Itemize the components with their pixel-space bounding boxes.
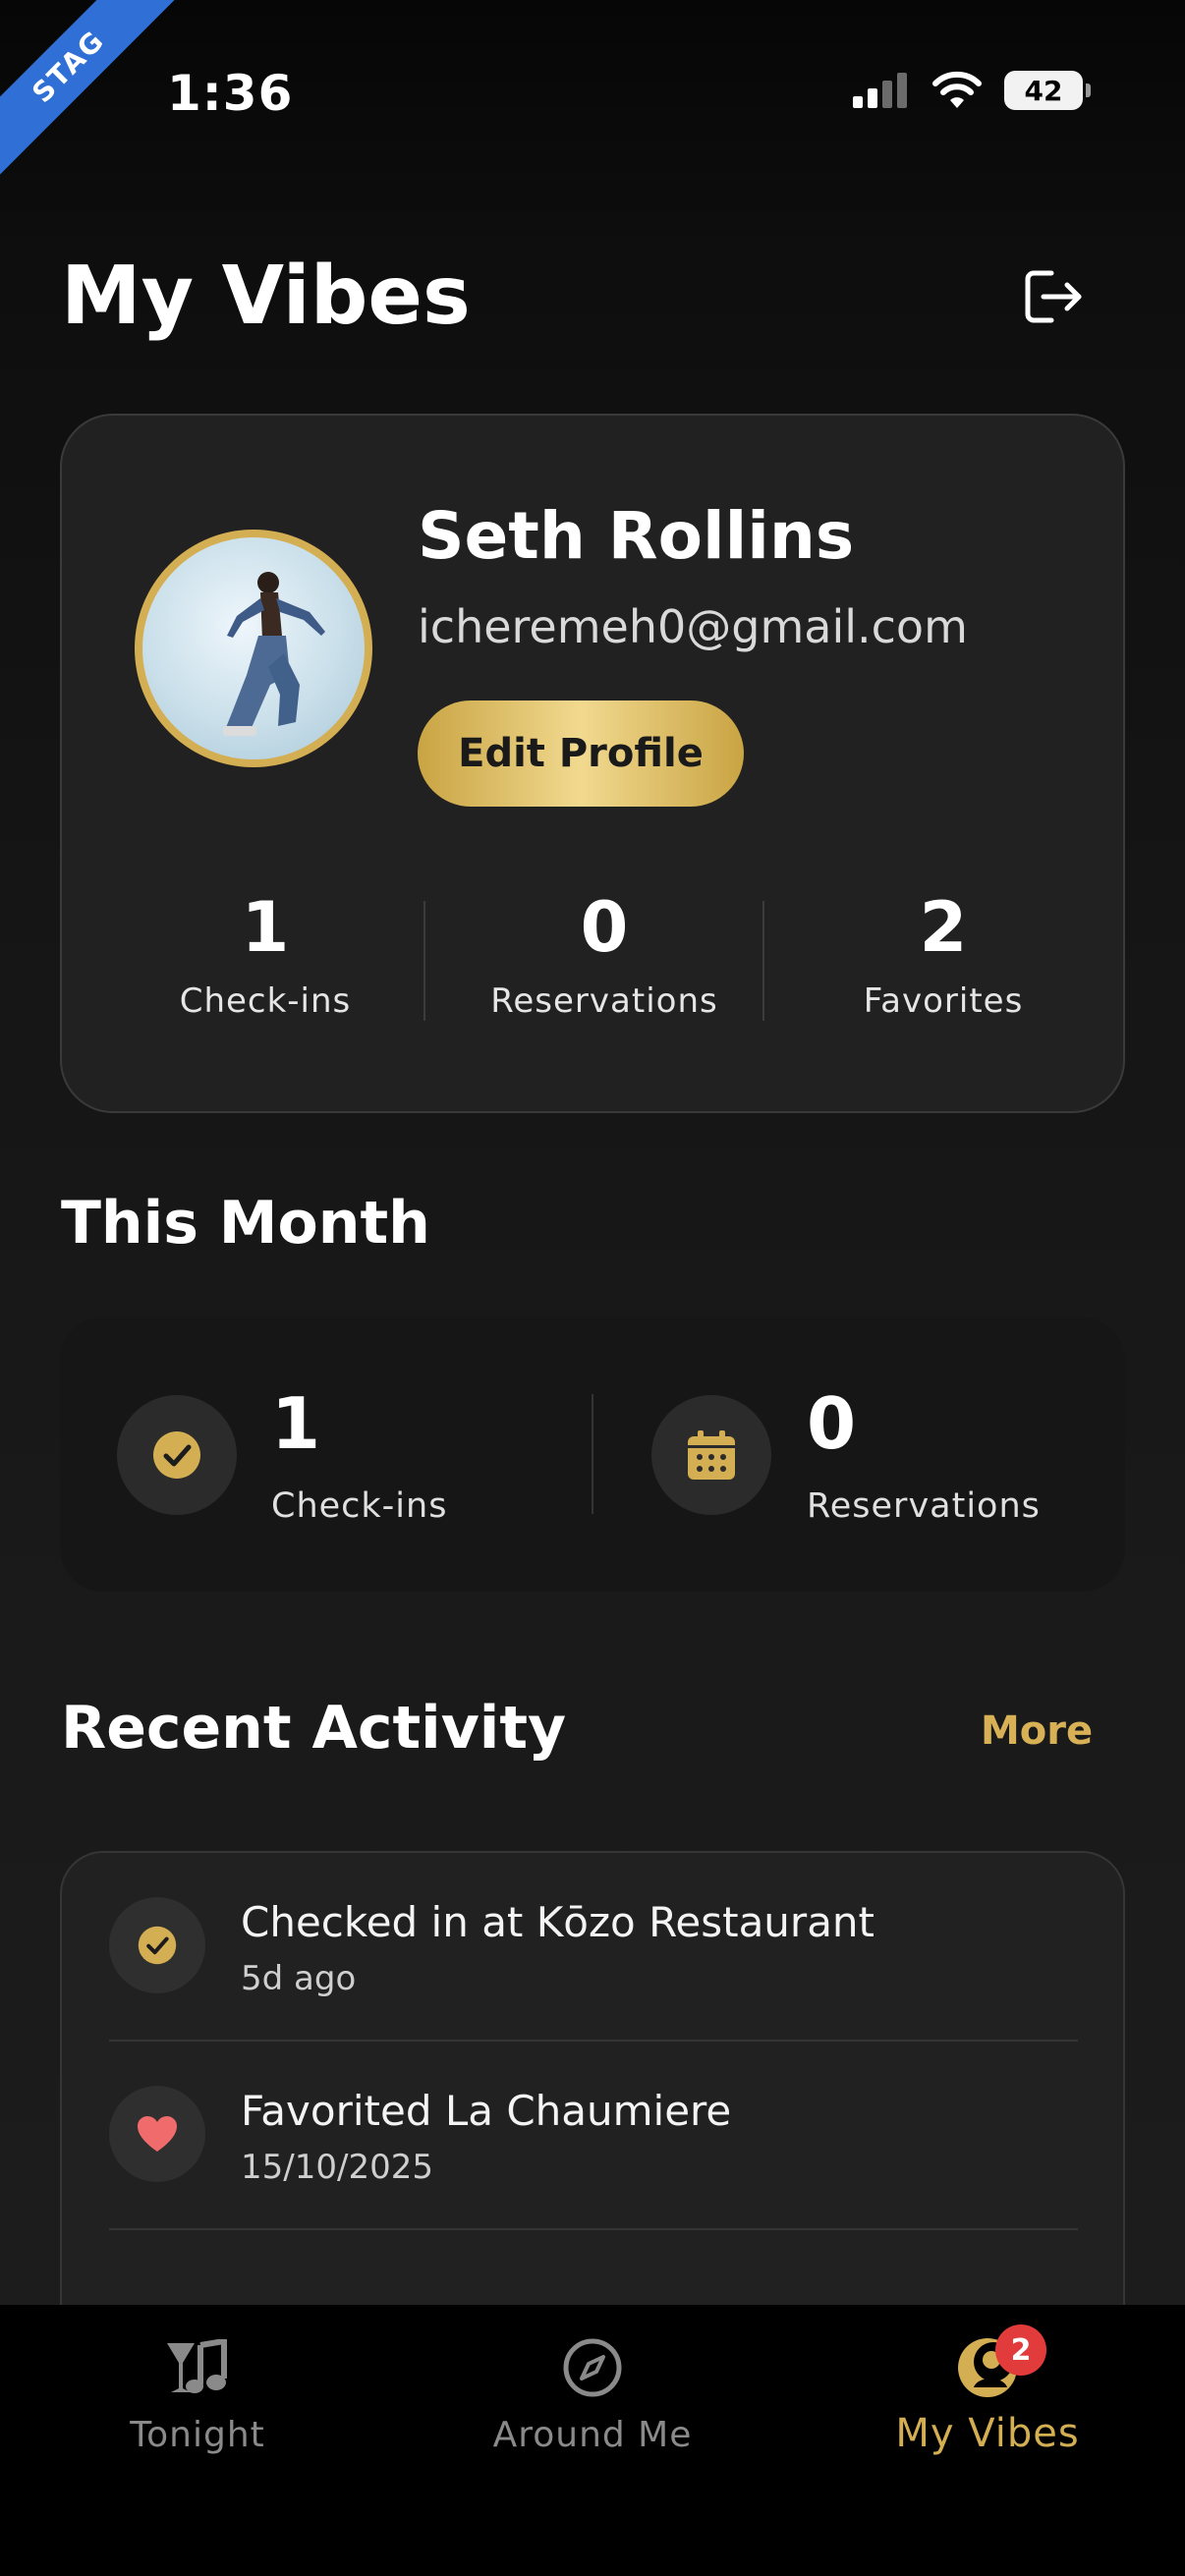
wifi-icon: [932, 71, 982, 108]
recent-activity-card: Checked in at Kōzo Restaurant 5d ago Fav…: [60, 1851, 1125, 2362]
stat-label: Reservations: [490, 981, 718, 1021]
compass-icon: [553, 2328, 632, 2407]
tab-label: Tonight: [130, 2415, 265, 2455]
logout-icon: [1025, 270, 1082, 323]
tab-around-me[interactable]: Around Me: [395, 2305, 790, 2501]
stat-divider: [423, 901, 425, 1021]
signal-icon: [853, 73, 907, 108]
battery-indicator: 42: [1004, 71, 1091, 110]
tab-label: My Vibes: [895, 2411, 1080, 2456]
music-glass-icon: [158, 2328, 237, 2407]
stat-label: Favorites: [863, 981, 1024, 1021]
activity-icon-wrap: [109, 2086, 205, 2182]
month-check-ins-value: 1: [271, 1382, 321, 1465]
check-circle-icon: [138, 1926, 177, 1965]
month-check-ins-label: Check-ins: [271, 1486, 448, 1526]
my-vibes-screen: STAG 1:36 42 My Vibes Seth Rollins icher…: [0, 0, 1185, 2576]
stat-divider: [762, 901, 764, 1021]
stat-value: 2: [919, 887, 968, 968]
tab-tonight[interactable]: Tonight: [0, 2305, 395, 2501]
month-divider: [592, 1394, 593, 1514]
stat-check-ins[interactable]: 1 Check-ins: [118, 887, 413, 1021]
stat-value: 0: [580, 887, 629, 968]
avatar-figure: [223, 572, 325, 736]
activity-time: 15/10/2025: [241, 2148, 433, 2187]
stat-favorites[interactable]: 2 Favorites: [796, 887, 1091, 1021]
page-title: My Vibes: [61, 250, 471, 343]
logout-button[interactable]: [1016, 263, 1091, 330]
this-month-card: 1 Check-ins 0 Reservations: [60, 1317, 1125, 1592]
status-indicators: 42: [853, 71, 1091, 110]
stat-value: 1: [241, 887, 290, 968]
profile-card: Seth Rollins icheremeh0@gmail.com Edit P…: [60, 414, 1125, 1113]
activity-title: Checked in at Kōzo Restaurant: [241, 1898, 875, 1946]
activity-icon-wrap: [109, 1897, 205, 1993]
check-circle-icon: [153, 1431, 200, 1479]
profile-name: Seth Rollins: [418, 498, 855, 574]
more-link[interactable]: More: [981, 1708, 1093, 1754]
stat-reservations[interactable]: 0 Reservations: [457, 887, 752, 1021]
activity-time: 5d ago: [241, 1959, 357, 1998]
notification-badge: 2: [995, 2324, 1046, 2376]
edit-profile-button[interactable]: Edit Profile: [418, 700, 744, 807]
this-month-title: This Month: [61, 1189, 430, 1258]
stat-label: Check-ins: [179, 981, 352, 1021]
activity-item[interactable]: Favorited La Chaumiere 15/10/2025: [109, 2042, 1078, 2230]
calendar-icon: [688, 1430, 735, 1480]
month-reservations-value: 0: [807, 1382, 857, 1465]
profile-email: icheremeh0@gmail.com: [418, 600, 968, 653]
tab-my-vibes[interactable]: 2 My Vibes: [790, 2305, 1185, 2501]
status-time: 1:36: [167, 65, 294, 122]
month-calendar-icon-wrap: [651, 1395, 771, 1515]
avatar[interactable]: [135, 530, 372, 767]
activity-title: Favorited La Chaumiere: [241, 2087, 732, 2135]
month-check-icon-wrap: [117, 1395, 237, 1515]
env-ribbon: STAG: [0, 0, 186, 184]
recent-activity-title: Recent Activity: [61, 1694, 567, 1763]
tab-bar: Tonight Around Me 2 My Vibes: [0, 2305, 1185, 2576]
heart-icon: [138, 2116, 177, 2152]
activity-item[interactable]: Checked in at Kōzo Restaurant 5d ago: [109, 1853, 1078, 2042]
month-reservations-label: Reservations: [807, 1486, 1041, 1526]
tab-label: Around Me: [492, 2415, 693, 2455]
